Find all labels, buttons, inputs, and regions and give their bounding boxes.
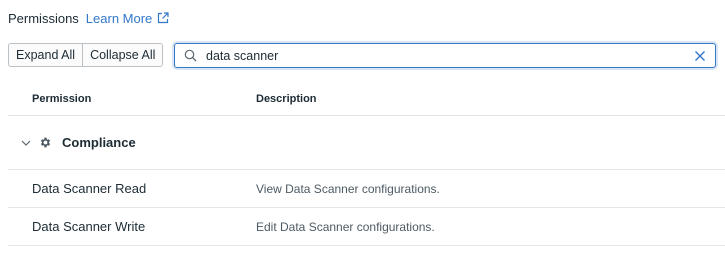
chevron-down-icon[interactable] — [20, 137, 32, 149]
search-input[interactable] — [206, 45, 691, 66]
clear-search-icon[interactable] — [691, 47, 709, 65]
permission-name: Data Scanner Write — [32, 219, 146, 234]
permissions-header: Permissions Learn More — [8, 9, 169, 27]
permission-name: Data Scanner Read — [32, 181, 147, 196]
learn-more-label: Learn More — [85, 10, 153, 26]
permissions-table: Permission Description Compliance Data S… — [8, 82, 725, 246]
table-row: Data Scanner Write Edit Data Scanner con… — [8, 208, 725, 246]
page-title: Permissions — [8, 10, 79, 26]
expand-all-button[interactable]: Expand All — [9, 44, 83, 66]
search-box — [174, 43, 716, 68]
column-header-description: Description — [256, 92, 317, 105]
column-header-permission: Permission — [32, 92, 92, 105]
search-icon — [184, 49, 198, 63]
toolbar: Expand All Collapse All — [8, 43, 164, 67]
group-row-compliance[interactable]: Compliance — [8, 116, 725, 170]
gear-icon — [39, 136, 52, 149]
group-name: Compliance — [62, 135, 136, 150]
table-row: Data Scanner Read View Data Scanner conf… — [8, 170, 725, 208]
collapse-all-button[interactable]: Collapse All — [82, 44, 163, 66]
permission-description: Edit Data Scanner configurations. — [256, 219, 435, 234]
permission-description: View Data Scanner configurations. — [256, 181, 440, 196]
expand-collapse-group: Expand All Collapse All — [8, 43, 164, 67]
external-link-icon — [157, 12, 169, 24]
table-header: Permission Description — [8, 82, 725, 116]
learn-more-link[interactable]: Learn More — [86, 11, 169, 26]
